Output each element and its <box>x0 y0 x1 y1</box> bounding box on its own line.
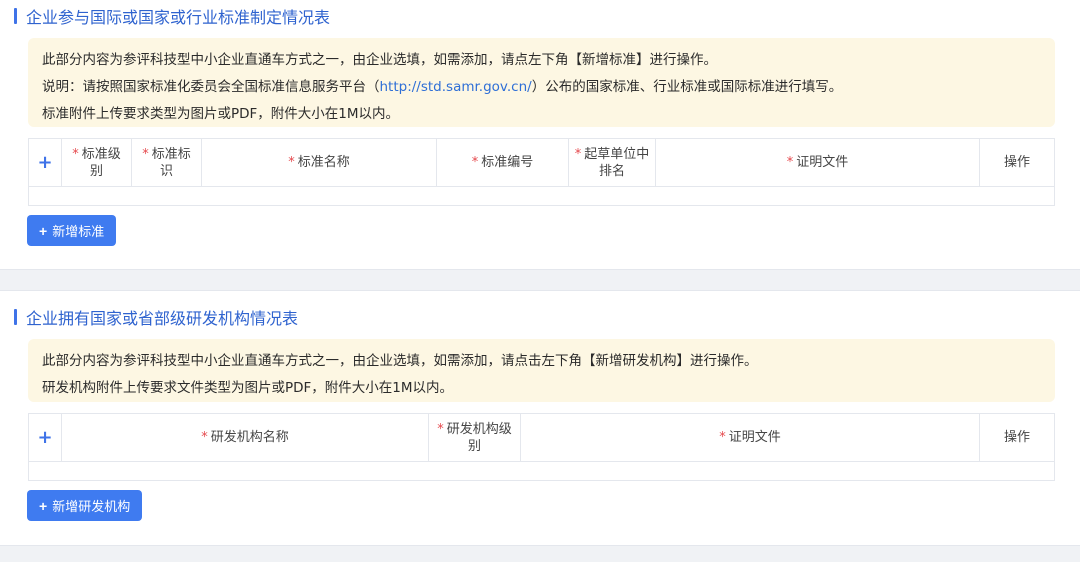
col-proof-file: * 证明文件 <box>656 139 980 186</box>
rd-section-title: 企业拥有国家或省部级研发机构情况表 <box>14 307 299 328</box>
add-row-plus-icon[interactable]: + <box>29 414 62 461</box>
rd-table-body <box>29 462 1054 480</box>
standards-table: + * 标准级别 * 标准标识 * 标准名称 * 标准编号 * 起草单位中排名 * 证明文件… <box>28 138 1055 206</box>
standards-notice-line-1: 此部分内容为参评科技型中小企业直通车方式之一，由企业选填，如需添加，请点左下角【… <box>42 52 717 68</box>
col-rd-level: * 研发机构级别 <box>429 414 521 461</box>
plus-icon: + <box>39 222 48 239</box>
col-standard-mark: * 标准标识 <box>132 139 202 186</box>
rd-table-header: + * 研发机构名称 * 研发机构级别 * 证明文件 操作 <box>29 414 1054 462</box>
notice-line-2-suffix: ）公布的国家标准、行业标准或国际标准进行填写。 <box>531 79 843 95</box>
col-standard-name: * 标准名称 <box>202 139 437 186</box>
rd-table: + * 研发机构名称 * 研发机构级别 * 证明文件 操作 <box>28 413 1055 481</box>
add-rd-institution-button[interactable]: + 新增研发机构 <box>27 490 143 521</box>
rd-notice: 此部分内容为参评科技型中小企业直通车方式之一，由企业选填，如需添加，请点击左下角… <box>28 339 1055 402</box>
add-standard-label: 新增标准 <box>52 224 105 239</box>
standards-table-body <box>29 187 1054 205</box>
standards-section-title: 企业参与国际或国家或行业标准制定情况表 <box>14 6 331 27</box>
add-standard-button[interactable]: + 新增标准 <box>27 215 117 246</box>
standards-title-text: 企业参与国际或国家或行业标准制定情况表 <box>26 8 331 27</box>
col-rd-name: * 研发机构名称 <box>62 414 429 461</box>
standards-notice-line-2: 说明：请按照国家标准化委员会全国标准信息服务平台（http://std.samr… <box>42 74 1055 101</box>
plus-icon: + <box>39 497 48 514</box>
rd-title-text: 企业拥有国家或省部级研发机构情况表 <box>26 309 299 328</box>
standards-section: 企业参与国际或国家或行业标准制定情况表 此部分内容为参评科技型中小企业直通车方式… <box>0 0 1080 270</box>
col-standard-level: * 标准级别 <box>62 139 132 186</box>
add-row-plus-icon[interactable]: + <box>29 139 62 186</box>
rd-notice-line-1: 此部分内容为参评科技型中小企业直通车方式之一，由企业选填，如需添加，请点击左下角… <box>42 353 758 369</box>
rd-notice-line-2: 研发机构附件上传要求文件类型为图片或PDF，附件大小在1M以内。 <box>42 380 454 396</box>
col-action: 操作 <box>1003 430 1030 445</box>
col-proof-file: * 证明文件 <box>521 414 980 461</box>
notice-line-2-prefix: 说明：请按照国家标准化委员会全国标准信息服务平台（ <box>42 79 380 95</box>
standards-notice-line-3: 标准附件上传要求类型为图片或PDF，附件大小在1M以内。 <box>42 106 400 122</box>
std-platform-link[interactable]: http://std.samr.gov.cn/ <box>380 79 532 95</box>
standards-table-header: + * 标准级别 * 标准标识 * 标准名称 * 标准编号 * 起草单位中排名 * 证明文件… <box>29 139 1054 187</box>
title-accent-bar <box>14 8 17 24</box>
standards-notice: 此部分内容为参评科技型中小企业直通车方式之一，由企业选填，如需添加，请点左下角【… <box>28 38 1055 127</box>
col-standard-number: * 标准编号 <box>437 139 569 186</box>
col-drafting-rank: * 起草单位中排名 <box>569 139 656 186</box>
add-rd-institution-label: 新增研发机构 <box>52 499 131 514</box>
title-accent-bar <box>14 309 17 325</box>
rd-institution-section: 企业拥有国家或省部级研发机构情况表 此部分内容为参评科技型中小企业直通车方式之一… <box>0 290 1080 546</box>
col-action: 操作 <box>1003 155 1030 170</box>
